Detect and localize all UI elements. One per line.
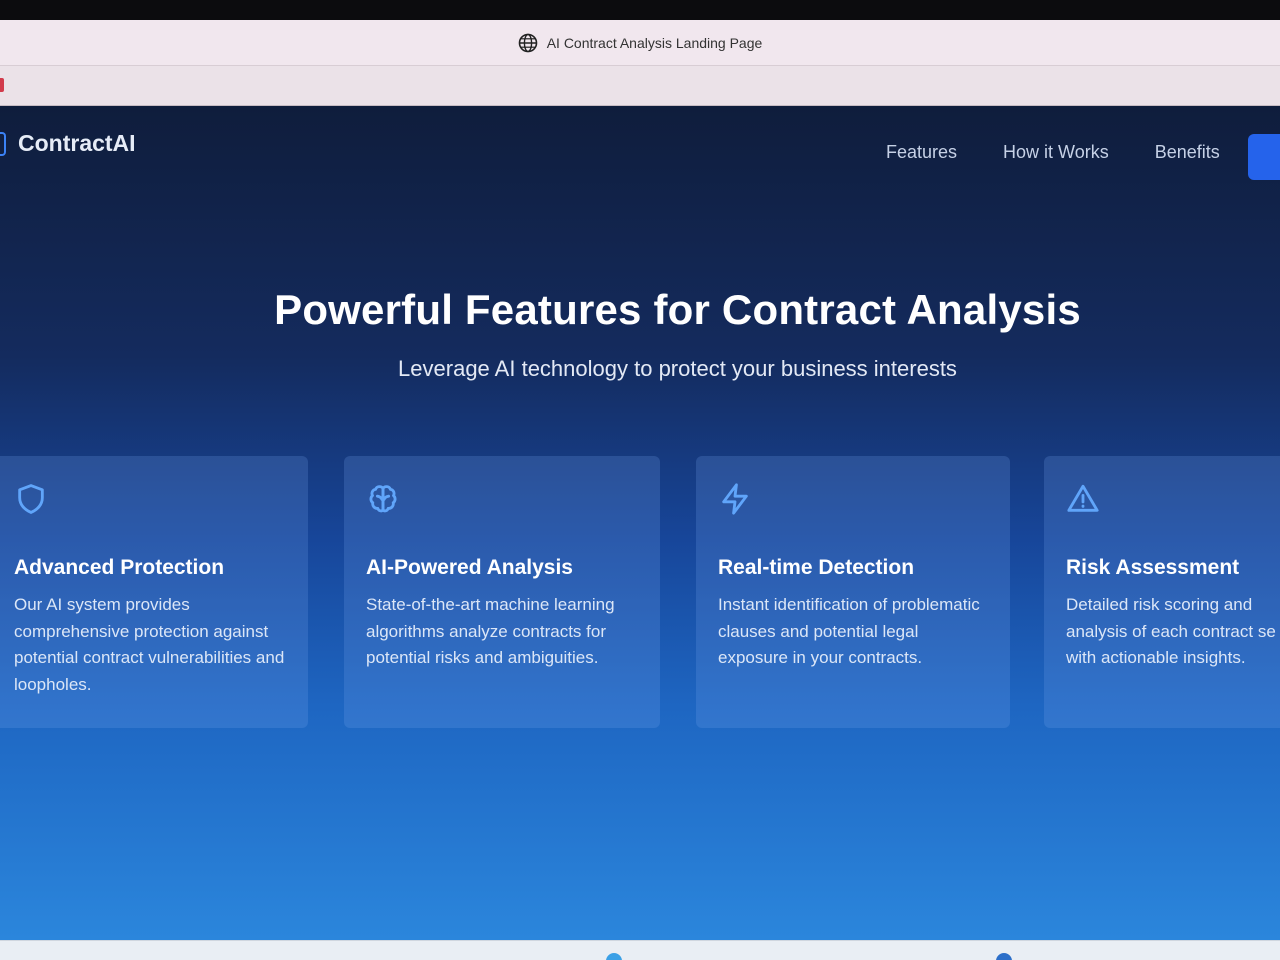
taskbar-app-icon[interactable] bbox=[996, 953, 1012, 960]
screen-bezel bbox=[0, 0, 1280, 20]
warning-triangle-icon bbox=[1067, 484, 1099, 512]
window-title-bar: AI Contract Analysis Landing Page bbox=[0, 20, 1280, 66]
window-title: AI Contract Analysis Landing Page bbox=[546, 34, 763, 51]
feature-card-real-time-detection: Real-time Detection Instant identificati… bbox=[696, 456, 1010, 728]
feature-card-advanced-protection: Advanced Protection Our AI system provid… bbox=[0, 456, 308, 728]
taskbar bbox=[0, 940, 1280, 960]
lightning-icon bbox=[722, 483, 748, 515]
brand-mark-icon bbox=[0, 131, 6, 156]
feature-description: State-of-the-art machine learning algori… bbox=[366, 595, 615, 667]
get-started-button[interactable]: G bbox=[1248, 134, 1280, 180]
nav-link-features[interactable]: Features bbox=[886, 142, 957, 163]
globe-icon bbox=[518, 33, 538, 52]
feature-card-ai-powered-analysis: AI-Powered Analysis State-of-the-art mac… bbox=[344, 456, 660, 728]
feature-card-risk-assessment: Risk Assessment Detailed risk scoring an… bbox=[1044, 456, 1280, 728]
landing-page: ContractAI Features How it Works Benefit… bbox=[0, 106, 1280, 940]
feature-title: AI-Powered Analysis bbox=[366, 556, 573, 579]
section-subtitle: Leverage AI technology to protect your b… bbox=[398, 356, 957, 381]
address-bar[interactable] bbox=[0, 66, 1280, 106]
brand-name: ContractAI bbox=[18, 130, 136, 156]
shield-icon bbox=[18, 484, 44, 514]
nav-links: Features How it Works Benefits bbox=[886, 142, 1266, 163]
tab-indicator bbox=[0, 78, 4, 92]
feature-title: Risk Assessment bbox=[1066, 556, 1240, 579]
brand-logo[interactable]: ContractAI bbox=[0, 130, 136, 157]
feature-description: Detailed risk scoring and analysis of ea… bbox=[1066, 595, 1276, 667]
feature-description: Instant identification of problematic cl… bbox=[718, 595, 980, 667]
brain-icon bbox=[369, 485, 397, 513]
feature-title: Real-time Detection bbox=[718, 556, 915, 579]
nav-link-how-it-works[interactable]: How it Works bbox=[1003, 142, 1109, 163]
site-nav: ContractAI Features How it Works Benefit… bbox=[0, 106, 1280, 196]
features-hero: Powerful Features for Contract Analysis … bbox=[0, 286, 1280, 382]
section-title: Powerful Features for Contract Analysis bbox=[274, 286, 1081, 333]
feature-description: Our AI system provides comprehensive pro… bbox=[14, 595, 285, 694]
taskbar-app-icon[interactable] bbox=[606, 953, 622, 960]
nav-link-benefits[interactable]: Benefits bbox=[1155, 142, 1220, 163]
feature-title: Advanced Protection bbox=[14, 556, 225, 579]
